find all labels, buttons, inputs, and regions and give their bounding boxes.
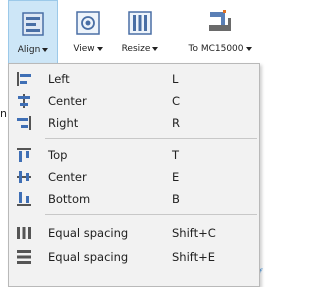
chevron-down-icon — [245, 46, 252, 51]
menu-item-label: Top — [48, 148, 68, 162]
menu-item-label: Bottom — [48, 192, 91, 206]
ribbon-toolbar: Align View Resize To MC15000 — [0, 0, 264, 64]
menu-item-shortcut: C — [172, 94, 181, 108]
resize-label-text: Resize — [121, 44, 151, 54]
equal-spacing-vertical-icon — [17, 250, 31, 264]
menu-item-shortcut: Shift+C — [172, 226, 216, 240]
align-right-icon — [17, 116, 31, 130]
align-bottom-icon — [17, 192, 31, 206]
chevron-down-icon — [96, 46, 103, 51]
view-button-label: View — [64, 44, 112, 54]
to-mc-button[interactable]: To MC15000 — [176, 0, 264, 64]
menu-item-label: Right — [48, 116, 79, 130]
align-center-vertical-icon — [17, 171, 31, 183]
resize-icon — [128, 11, 152, 35]
to-mc-button-label: To MC15000 — [176, 44, 264, 54]
view-icon — [76, 11, 100, 35]
align-top-icon — [17, 148, 31, 162]
view-label-text: View — [73, 44, 95, 54]
align-label-text: Align — [17, 45, 41, 55]
menu-item-align-right[interactable]: Right R — [10, 112, 258, 134]
menu-item-align-bottom[interactable]: Bottom B — [10, 188, 258, 210]
align-button[interactable]: Align — [8, 0, 58, 64]
view-button[interactable]: View — [64, 0, 112, 64]
menu-item-shortcut: Shift+E — [172, 250, 216, 264]
menu-item-shortcut: B — [172, 192, 180, 206]
menu-item-label: Center — [48, 170, 87, 184]
menu-item-label: Equal spacing — [48, 226, 129, 240]
to-mc-label-text: To MC15000 — [188, 44, 244, 54]
align-left-icon — [17, 72, 31, 86]
menu-item-align-left[interactable]: Left L — [10, 68, 258, 90]
menu-item-shortcut: L — [172, 72, 179, 86]
menu-item-equal-spacing-vertical[interactable]: Equal spacing Shift+E — [10, 246, 258, 268]
align-center-horizontal-icon — [18, 94, 30, 108]
menu-item-align-top[interactable]: Top T — [10, 144, 258, 166]
align-icon — [22, 12, 44, 36]
equal-spacing-horizontal-icon — [17, 227, 31, 239]
menu-separator — [45, 214, 257, 215]
menu-item-shortcut: E — [172, 170, 180, 184]
menu-item-shortcut: T — [172, 148, 180, 162]
menu-item-align-center-horizontal[interactable]: Center C — [10, 90, 258, 112]
menu-separator — [45, 138, 257, 139]
background-text-fragment: n — [0, 107, 7, 120]
resize-button-label: Resize — [114, 44, 166, 54]
menu-item-align-center-vertical[interactable]: Center E — [10, 166, 258, 188]
sewing-machine-icon — [209, 10, 231, 31]
chevron-down-icon — [42, 47, 49, 52]
menu-item-shortcut: R — [172, 116, 180, 130]
chevron-down-icon — [152, 46, 159, 51]
menu-item-label: Left — [48, 72, 70, 86]
menu-item-label: Equal spacing — [48, 250, 129, 264]
menu-item-equal-spacing-horizontal[interactable]: Equal spacing Shift+C — [10, 222, 258, 244]
resize-button[interactable]: Resize — [114, 0, 166, 64]
align-dropdown-menu: Left L Center C Right R Top T Center E B… — [8, 63, 260, 287]
menu-item-label: Center — [48, 94, 87, 108]
align-button-label: Align — [9, 45, 57, 55]
